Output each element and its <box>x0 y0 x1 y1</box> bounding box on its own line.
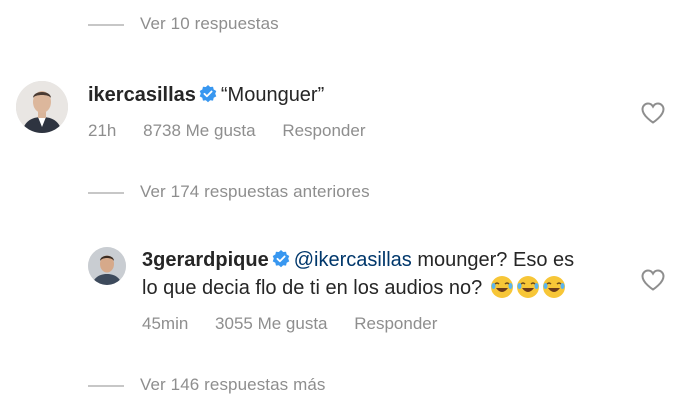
comment-body: 3gerardpique @ikercasillas mounger? Eso e… <box>142 246 612 302</box>
comment-meta: 45min 3055 Me gusta Responder <box>142 314 459 334</box>
verified-badge-icon <box>199 85 217 103</box>
divider-line <box>88 385 124 387</box>
comment-text: lo que decia flo de ti en los audios no? <box>142 277 483 299</box>
avatar-icon <box>16 81 68 133</box>
username[interactable]: 3gerardpique <box>142 249 269 271</box>
reply-button[interactable]: Responder <box>354 314 437 333</box>
avatar[interactable] <box>88 247 126 285</box>
comment-meta: 21h 8738 Me gusta Responder <box>88 121 387 141</box>
divider-line <box>88 192 124 194</box>
heart-icon[interactable] <box>640 268 666 292</box>
view-previous-replies-link[interactable]: Ver 174 respuestas anteriores <box>140 182 370 202</box>
reply-button[interactable]: Responder <box>282 121 365 140</box>
comment-text: “Mounguer” <box>220 84 325 106</box>
heart-icon[interactable] <box>640 101 666 125</box>
divider-line <box>88 24 124 26</box>
avatar[interactable] <box>16 81 68 133</box>
likes-count[interactable]: 3055 Me gusta <box>215 314 327 333</box>
laughing-emoji-icon <box>516 276 539 298</box>
laughing-emoji-icon <box>490 276 513 298</box>
avatar-icon <box>88 247 126 285</box>
comment-time[interactable]: 21h <box>88 121 116 140</box>
username[interactable]: ikercasillas <box>88 84 196 106</box>
laughing-emoji-icon <box>542 276 565 298</box>
view-more-replies-link[interactable]: Ver 146 respuestas más <box>140 375 326 395</box>
comment-body: ikercasillas “Mounguer” <box>88 81 324 109</box>
view-replies-link[interactable]: Ver 10 respuestas <box>140 14 279 34</box>
likes-count[interactable]: 8738 Me gusta <box>143 121 255 140</box>
mention-link[interactable]: @ikercasillas <box>294 249 412 271</box>
comment-text: mounger? Eso es <box>411 249 575 271</box>
verified-badge-icon <box>272 250 289 268</box>
comment-time[interactable]: 45min <box>142 314 188 333</box>
